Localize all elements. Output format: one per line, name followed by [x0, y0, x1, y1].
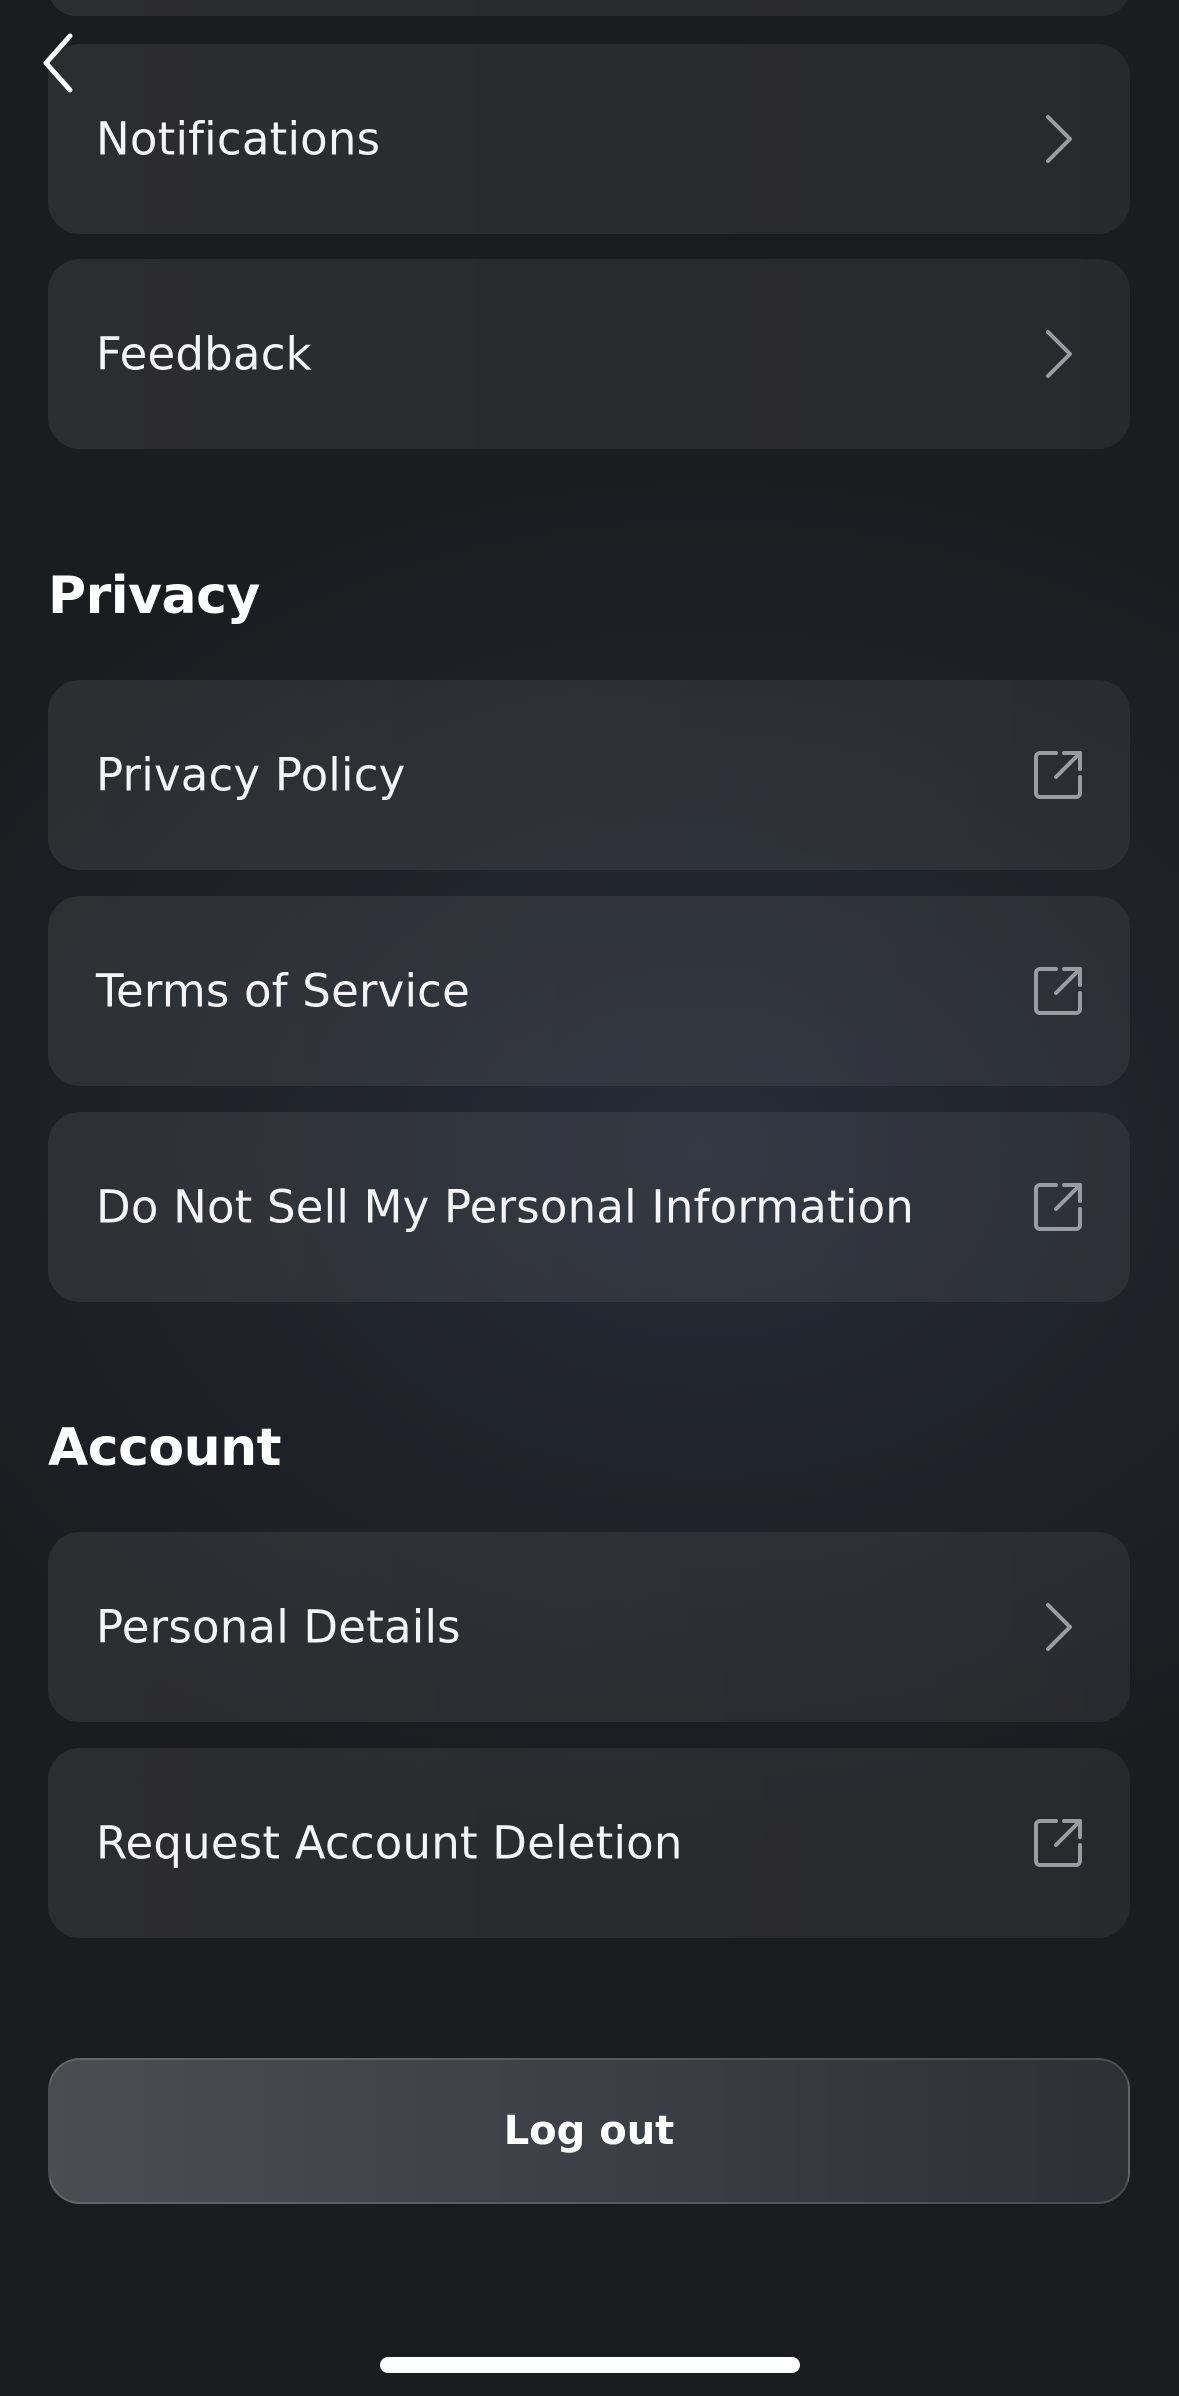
logout-button[interactable]: Log out — [48, 2058, 1130, 2204]
settings-item-feedback[interactable]: Feedback — [48, 259, 1130, 449]
settings-item-do-not-sell[interactable]: Do Not Sell My Personal Information — [48, 1112, 1130, 1302]
chevron-right-icon — [1046, 330, 1072, 378]
settings-item-label: Request Account Deletion — [96, 1816, 683, 1870]
settings-item-label: Privacy Policy — [96, 748, 406, 802]
chevron-right-icon — [1046, 1603, 1072, 1651]
settings-item-label: Terms of Service — [96, 964, 471, 1018]
logout-button-label: Log out — [503, 2108, 675, 2154]
home-indicator — [380, 2357, 800, 2373]
settings-item-terms-of-service[interactable]: Terms of Service — [48, 896, 1130, 1086]
external-link-icon — [1034, 1819, 1082, 1867]
settings-item-personal-details[interactable]: Personal Details — [48, 1532, 1130, 1722]
settings-item-label: Notifications — [96, 112, 381, 166]
settings-item-offscreen[interactable] — [48, 0, 1130, 16]
section-title-account: Account — [48, 1418, 282, 1478]
external-link-icon — [1034, 751, 1082, 799]
external-link-icon — [1034, 1183, 1082, 1231]
settings-item-label: Personal Details — [96, 1600, 461, 1654]
external-link-icon — [1034, 967, 1082, 1015]
settings-item-notifications[interactable]: Notifications — [48, 44, 1130, 234]
settings-item-label: Feedback — [96, 327, 312, 381]
settings-item-label: Do Not Sell My Personal Information — [96, 1180, 915, 1234]
chevron-right-icon — [1046, 115, 1072, 163]
settings-item-privacy-policy[interactable]: Privacy Policy — [48, 680, 1130, 870]
settings-screen: Notifications Feedback Privacy Privacy P… — [0, 0, 1179, 2396]
section-title-privacy: Privacy — [48, 566, 260, 626]
settings-item-request-account-deletion[interactable]: Request Account Deletion — [48, 1748, 1130, 1938]
